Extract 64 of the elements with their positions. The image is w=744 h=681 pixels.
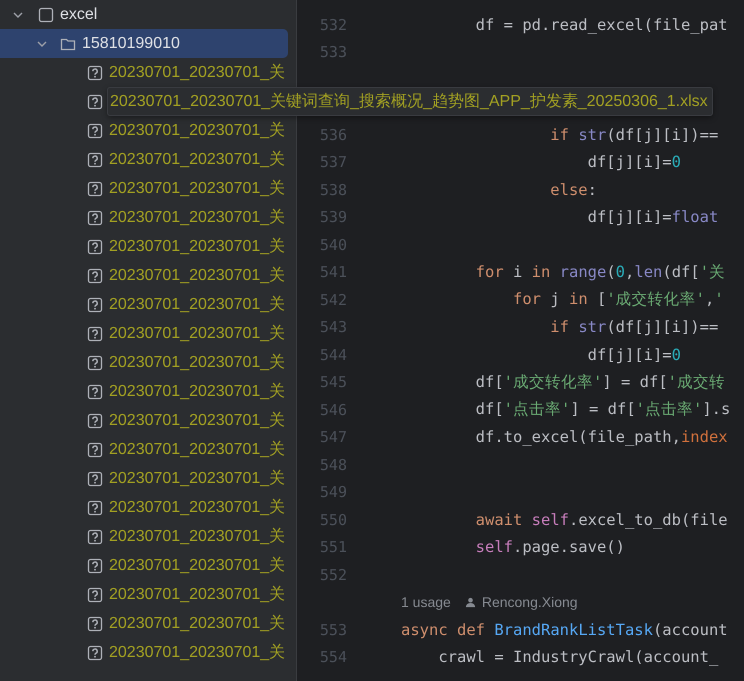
code-line: else:	[549, 180, 597, 199]
unknown-file-icon	[87, 268, 103, 284]
usage-hint[interactable]: 1 usage	[401, 594, 451, 610]
code-line: df[j][i]=0	[586, 346, 681, 364]
file-name[interactable]: 20230701_20230701_关	[109, 642, 286, 663]
unknown-file-icon	[87, 500, 103, 516]
code-line: await self.excel_to_db(file	[474, 510, 728, 529]
unknown-file-icon	[87, 354, 103, 370]
file-name-tooltip[interactable]: 20230701_20230701_关键词查询_搜索概况_趋势图_APP_护发素_20250306_1.xlsx	[107, 87, 713, 116]
unknown-file-icon	[87, 470, 103, 486]
unknown-file-icon	[87, 122, 103, 138]
code-line: if str(df[j][i])==	[549, 126, 718, 144]
unknown-file-icon	[87, 616, 103, 632]
unknown-file-icon	[87, 296, 103, 312]
file-name[interactable]: 20230701_20230701_关	[109, 410, 286, 431]
unknown-file-icon	[87, 210, 103, 226]
file-name[interactable]: 20230701_20230701_关	[109, 584, 286, 605]
module-icon	[38, 6, 54, 22]
file-name[interactable]: 20230701_20230701_关	[109, 497, 286, 518]
person-icon	[464, 596, 476, 608]
file-name[interactable]: 20230701_20230701_关	[109, 265, 286, 286]
file-name[interactable]: 20230701_20230701_关	[109, 555, 286, 576]
file-name[interactable]: 20230701_20230701_关	[109, 352, 286, 373]
file-name[interactable]: 20230701_20230701_关	[109, 381, 286, 402]
file-name[interactable]: 20230701_20230701_关	[109, 236, 286, 257]
unknown-file-icon	[87, 180, 103, 196]
unknown-file-icon	[87, 94, 103, 110]
tree-item-label[interactable]: excel	[60, 6, 98, 24]
unknown-file-icon	[87, 152, 103, 168]
unknown-file-icon	[87, 442, 103, 458]
unknown-file-icon	[87, 384, 103, 400]
unknown-file-icon	[87, 586, 103, 602]
unknown-file-icon	[87, 238, 103, 254]
code-line: df[j][i]=float	[586, 208, 718, 226]
code-line: df['点击率'] = df['点击率'].s	[474, 399, 730, 420]
file-name[interactable]: 20230701_20230701_关	[109, 526, 286, 547]
code-line: async def BrandRankListTask(account	[401, 620, 728, 639]
unknown-file-icon	[87, 558, 103, 574]
code-line: self.page.save()	[474, 538, 625, 556]
file-name[interactable]: 20230701_20230701_关	[109, 323, 286, 344]
author-name[interactable]: Rencong.Xiong	[482, 594, 578, 610]
unknown-file-icon	[87, 528, 103, 544]
code-line: df[j][i]=0	[586, 153, 681, 172]
code-line: crawl = IndustryCrawl(account_	[437, 648, 718, 666]
unknown-file-icon	[87, 412, 103, 428]
file-name[interactable]: 20230701_20230701_关	[109, 120, 286, 141]
code-line: if str(df[j][i])==	[549, 318, 718, 336]
code-line: df['成交转化率'] = df['成交转	[474, 372, 725, 393]
file-name[interactable]: 20230701_20230701_关	[109, 294, 286, 315]
code-line: for i in range(0,len(df['关	[474, 262, 726, 283]
file-name[interactable]: 20230701_20230701_关	[109, 62, 286, 83]
file-name[interactable]: 20230701_20230701_关	[109, 468, 286, 489]
folder-row[interactable]: 15810199010	[0, 29, 288, 58]
code-line: df = pd.read_excel(file_pat	[474, 16, 728, 34]
code-line: df.to_excel(file_path,index	[474, 428, 728, 446]
file-name[interactable]: 20230701_20230701_关	[109, 149, 286, 170]
unknown-file-icon	[87, 64, 103, 80]
code-line: for j in ['成交转化率','	[512, 289, 724, 310]
file-name[interactable]: 20230701_20230701_关	[109, 613, 286, 634]
file-name[interactable]: 20230701_20230701_关	[109, 207, 286, 228]
file-name[interactable]: 20230701_20230701_关	[109, 439, 286, 460]
file-name[interactable]: 20230701_20230701_关	[109, 178, 286, 199]
unknown-file-icon	[87, 326, 103, 342]
unknown-file-icon	[87, 644, 103, 660]
